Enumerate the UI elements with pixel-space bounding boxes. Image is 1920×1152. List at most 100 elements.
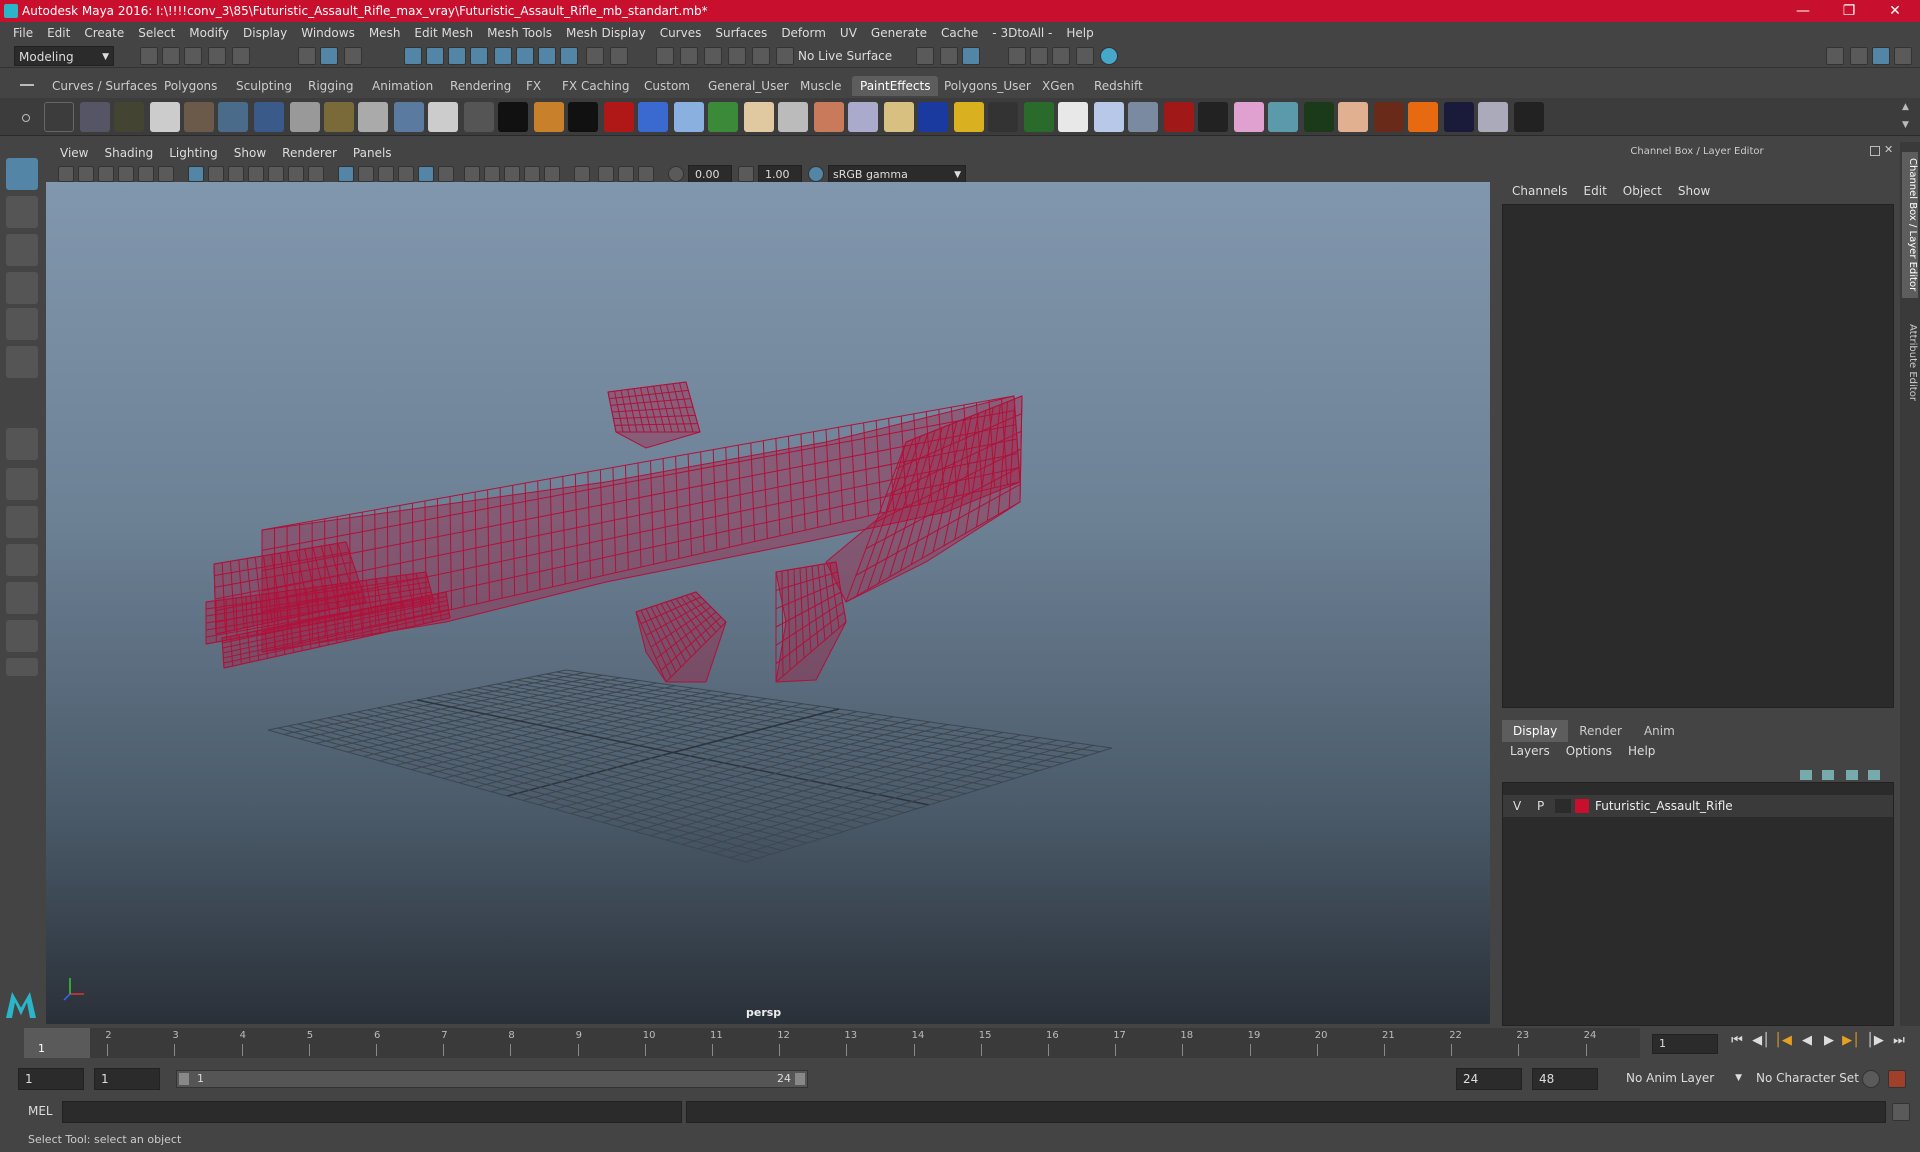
redo-icon[interactable] — [232, 47, 250, 65]
range-slider-bar[interactable]: 1 24 — [176, 1070, 808, 1088]
start-time-field[interactable]: 1 — [18, 1068, 84, 1090]
ipr-render-icon[interactable] — [1052, 47, 1070, 65]
paint-brush-icon[interactable] — [848, 102, 878, 132]
paint-brush-icon[interactable] — [218, 102, 248, 132]
grease-pencil-icon[interactable] — [158, 166, 174, 182]
paint-brush-icon[interactable] — [1304, 102, 1334, 132]
camera-attributes-icon[interactable] — [78, 166, 94, 182]
paint-brush-icon[interactable] — [1444, 102, 1474, 132]
motion-blur-icon[interactable] — [504, 166, 520, 182]
maximize-button[interactable]: ❐ — [1826, 0, 1872, 22]
use-all-lights-icon[interactable] — [438, 166, 454, 182]
lasso-tool-icon[interactable] — [6, 196, 38, 228]
layer-tab-anim[interactable]: Anim — [1633, 720, 1686, 742]
paint-brush-icon[interactable] — [1164, 102, 1194, 132]
viewport-menu-panels[interactable]: Panels — [345, 146, 400, 160]
step-back-frame-icon[interactable]: ◀│ — [1752, 1032, 1770, 1050]
layer-type-toggle[interactable] — [1555, 799, 1571, 813]
menu-file[interactable]: File — [6, 26, 40, 40]
side-tab-attribute-editor[interactable]: Attribute Editor — [1902, 312, 1918, 412]
layer-color-swatch[interactable] — [1575, 799, 1589, 813]
paint-brush-icon[interactable] — [1198, 102, 1228, 132]
channel-box-key-icon[interactable] — [1838, 166, 1852, 180]
layer-tab-display[interactable]: Display — [1502, 720, 1569, 742]
shelf-tab-polygons-user[interactable]: Polygons_User — [936, 76, 1039, 96]
layer-visibility-toggle[interactable]: V — [1513, 795, 1521, 817]
paint-brush-icon[interactable] — [80, 102, 110, 132]
paint-brush-icon[interactable] — [1058, 102, 1088, 132]
paint-brush-icon[interactable] — [954, 102, 984, 132]
render-view-icon[interactable] — [1030, 47, 1048, 65]
camera-select-icon[interactable] — [58, 166, 74, 182]
paint-brush-icon[interactable] — [150, 102, 180, 132]
shelf-menu-icon[interactable] — [20, 84, 34, 86]
menu-deform[interactable]: Deform — [774, 26, 833, 40]
paint-select-tool-icon[interactable] — [6, 234, 38, 266]
menu-modify[interactable]: Modify — [182, 26, 236, 40]
mode-dropdown[interactable]: Modeling ▼ — [14, 46, 114, 66]
paint-brush-icon[interactable] — [464, 102, 494, 132]
history-icon[interactable] — [560, 47, 578, 65]
step-back-key-icon[interactable]: │◀ — [1774, 1032, 1792, 1050]
end-time-field[interactable]: 48 — [1532, 1068, 1598, 1090]
play-backwards-icon[interactable]: ◀ — [1798, 1032, 1816, 1050]
menu-mesh[interactable]: Mesh — [362, 26, 408, 40]
snap-vertex-icon[interactable] — [516, 47, 534, 65]
render-frame-icon[interactable] — [940, 47, 958, 65]
menu-edit-mesh[interactable]: Edit Mesh — [407, 26, 480, 40]
snap-point-icon[interactable] — [448, 47, 466, 65]
snap-plane-icon[interactable] — [776, 47, 794, 65]
select-component-icon[interactable] — [344, 47, 362, 65]
shelf-tab-fx-caching[interactable]: FX Caching — [554, 76, 637, 96]
lock-icon[interactable] — [586, 47, 604, 65]
shelf-scroll-up-icon[interactable]: ▲ — [1902, 102, 1909, 112]
modeling-toolkit-icon[interactable] — [1826, 47, 1844, 65]
default-material-icon[interactable] — [378, 166, 394, 182]
auto-key-icon[interactable] — [1862, 1070, 1880, 1088]
anim-layer-dropdown[interactable]: No Anim Layer ▼ — [1622, 1068, 1746, 1090]
channel-box-area[interactable] — [1502, 204, 1894, 708]
animation-prefs-icon[interactable] — [1888, 1070, 1906, 1088]
new-layer-icon[interactable] — [1846, 770, 1858, 780]
shelf-tab-xgen[interactable]: XGen — [1034, 76, 1083, 96]
close-button[interactable]: ✕ — [1872, 0, 1918, 22]
channel-box-menu-channels[interactable]: Channels — [1504, 184, 1576, 198]
snap-view-icon[interactable] — [470, 47, 488, 65]
field-chart-icon[interactable] — [268, 166, 284, 182]
menu-3dtoall[interactable]: - 3DtoAll - — [985, 26, 1059, 40]
float-panel-icon[interactable] — [1870, 146, 1880, 156]
gate-mask-icon[interactable] — [248, 166, 264, 182]
play-forwards-icon[interactable]: ▶ — [1820, 1032, 1838, 1050]
anti-aliasing-icon[interactable] — [524, 166, 540, 182]
paint-brush-icon[interactable] — [1094, 102, 1124, 132]
scale-tool-icon[interactable] — [6, 346, 38, 378]
render-settings-icon[interactable] — [962, 47, 980, 65]
paint-brush-icon[interactable] — [1234, 102, 1264, 132]
go-to-end-icon[interactable]: ⏭ — [1890, 1032, 1908, 1050]
current-frame-field[interactable]: 1 — [1652, 1034, 1718, 1054]
graph-layout-icon[interactable] — [6, 582, 38, 614]
character-set-dropdown[interactable]: No Character Set — [1752, 1068, 1864, 1090]
layer-playback-toggle[interactable]: P — [1537, 795, 1544, 817]
paint-brush-icon[interactable] — [254, 102, 284, 132]
grid-toggle-icon[interactable] — [188, 166, 204, 182]
more-layouts-icon[interactable] — [6, 658, 38, 676]
paint-brush-icon[interactable] — [394, 102, 424, 132]
isolate-select-icon[interactable] — [574, 166, 590, 182]
menu-cache[interactable]: Cache — [934, 26, 985, 40]
new-layer-selected-icon[interactable] — [1868, 770, 1880, 780]
exposure-icon[interactable] — [668, 166, 684, 182]
paint-brush-icon[interactable] — [884, 102, 914, 132]
paint-brush-icon[interactable] — [604, 102, 634, 132]
channel-box-menu-show[interactable]: Show — [1670, 184, 1718, 198]
layer-name[interactable]: Futuristic_Assault_Rifle — [1595, 795, 1733, 817]
paint-brush-icon[interactable] — [1128, 102, 1158, 132]
shelf-tab-rendering[interactable]: Rendering — [442, 76, 519, 96]
resolution-gate-icon[interactable] — [228, 166, 244, 182]
step-forward-frame-icon[interactable]: │▶ — [1866, 1032, 1884, 1050]
layer-menu-help[interactable]: Help — [1620, 744, 1663, 758]
image-plane-icon[interactable] — [118, 166, 134, 182]
shelf-scroll-down-icon[interactable]: ▼ — [1902, 120, 1909, 130]
viewport-menu-show[interactable]: Show — [226, 146, 274, 160]
symmetry-icon[interactable] — [538, 47, 556, 65]
